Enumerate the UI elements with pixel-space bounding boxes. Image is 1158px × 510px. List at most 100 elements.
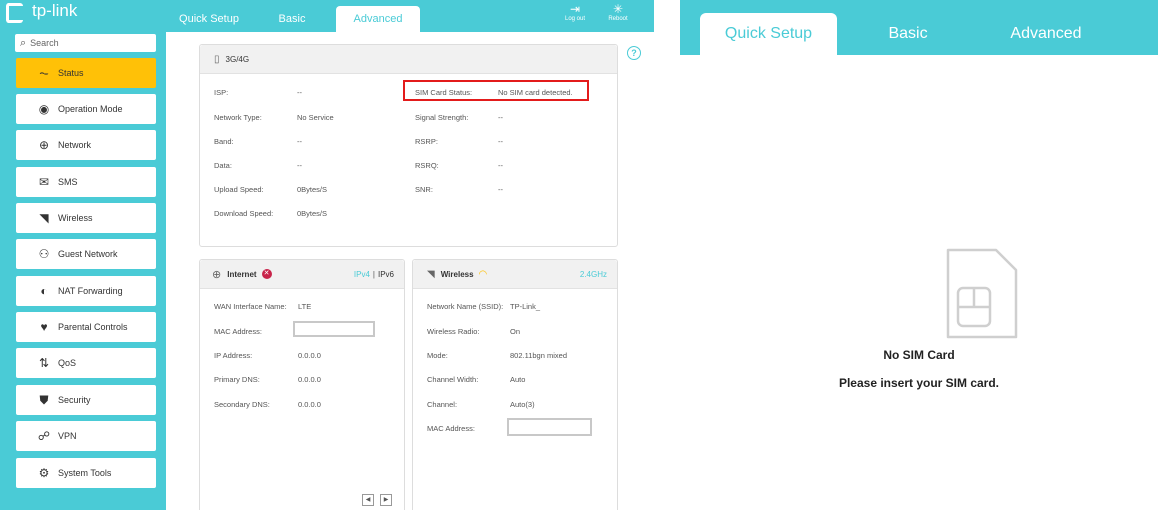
- primary-dns-value: 0.0.0.0: [298, 375, 321, 384]
- channel-label: Channel:: [427, 400, 458, 409]
- wifi-signal-icon: ◠: [478, 268, 488, 280]
- updown-arrows-icon: ⇅: [38, 356, 50, 370]
- card-3g4g-header: ▯ 3G/4G: [200, 45, 617, 74]
- rsrp-label: RSRP:: [415, 137, 438, 146]
- upload-speed-label: Upload Speed:: [214, 185, 264, 194]
- channel-width-label: Channel Width:: [427, 375, 479, 384]
- logout-label: Log out: [564, 16, 586, 22]
- insert-sim-message: Please insert your SIM card.: [838, 376, 1000, 390]
- channel-value: Auto(3): [510, 400, 535, 409]
- mac-address-redacted: [293, 321, 375, 337]
- sidebar-item-security[interactable]: ⛊ Security: [16, 385, 156, 415]
- sidebar-item-label: System Tools: [58, 468, 112, 478]
- shield-icon: ⛊: [39, 392, 49, 407]
- sidebar-item-qos[interactable]: ⇅ QoS: [16, 348, 156, 378]
- sidebar-item-system-tools[interactable]: ⚙ System Tools: [16, 458, 156, 488]
- secondary-dns-value: 0.0.0.0: [298, 400, 321, 409]
- card-wireless-title: Wireless: [440, 269, 474, 279]
- card-wireless: ◥ Wireless ◠ 2.4GHz: [412, 259, 618, 510]
- wireless-radio-value: On: [510, 327, 521, 336]
- ssid-label: Network Name (SSID):: [427, 302, 504, 311]
- sidebar-item-parental-controls[interactable]: ♥ Parental Controls: [16, 312, 156, 342]
- sidebar-item-label: Wireless: [58, 213, 93, 223]
- search-input[interactable]: ⌕ Search: [15, 34, 156, 52]
- tab-advanced[interactable]: Advanced: [336, 6, 420, 32]
- next-page-button[interactable]: ▶: [380, 494, 392, 506]
- primary-dns-label: Primary DNS:: [214, 375, 260, 384]
- mobile-tab-quick-setup[interactable]: Quick Setup: [700, 13, 837, 55]
- guests-icon: ⚇: [38, 247, 50, 261]
- logo-icon: [6, 1, 28, 23]
- snr-label: SNR:: [415, 185, 433, 194]
- sidebar-item-operation-mode[interactable]: ◉ Operation Mode: [16, 94, 156, 124]
- card-wireless-header: ◥ Wireless ◠ 2.4GHz: [413, 260, 617, 289]
- sidebar-item-label: NAT Forwarding: [58, 286, 123, 296]
- sim-status-highlight: [403, 80, 589, 101]
- tp-link-logo[interactable]: tp-link: [6, 0, 78, 23]
- band-label[interactable]: 2.4GHz: [580, 270, 607, 279]
- mac-address-label: MAC Address:: [214, 327, 262, 336]
- sidebar-item-guest-network[interactable]: ⚇ Guest Network: [16, 239, 156, 269]
- mobile-tab-basic[interactable]: Basic: [860, 13, 956, 55]
- tab-quick-setup[interactable]: Quick Setup: [170, 6, 248, 32]
- heart-icon: ♥: [40, 320, 48, 334]
- pulse-icon: ⏦: [39, 65, 49, 80]
- sidebar-item-status[interactable]: ⏦ Status: [16, 58, 156, 88]
- isp-value: --: [297, 88, 302, 97]
- channel-width-value: Auto: [510, 375, 526, 384]
- wan-interface-value: LTE: [298, 302, 312, 311]
- globe-icon: ⊕: [38, 138, 50, 152]
- mode-label: Mode:: [427, 351, 448, 360]
- ip-address-label: IP Address:: [214, 351, 253, 360]
- mobile-tab-bar: Quick Setup Basic Advanced: [680, 0, 1158, 55]
- snr-value: --: [498, 185, 503, 194]
- sidebar-item-wireless[interactable]: ◥ Wireless: [16, 203, 156, 233]
- tab-basic[interactable]: Basic: [262, 6, 322, 32]
- router-admin-panel: tp-link Quick Setup Basic Advanced ⇥ Log…: [0, 0, 654, 510]
- disconnected-icon: ✕: [261, 269, 272, 279]
- band-value: --: [297, 137, 302, 146]
- network-type-label: Network Type:: [214, 113, 262, 122]
- top-bar: tp-link Quick Setup Basic Advanced ⇥ Log…: [0, 0, 654, 32]
- ip-address-value: 0.0.0.0: [298, 351, 321, 360]
- ipv4-link[interactable]: IPv4: [354, 270, 370, 279]
- ssid-value: TP-Link_: [510, 302, 541, 311]
- reboot-button[interactable]: ✳ Reboot: [598, 2, 638, 30]
- sidebar-item-label: VPN: [58, 431, 77, 441]
- sidebar-item-label: SMS: [58, 177, 78, 187]
- logo-text: tp-link: [32, 1, 78, 20]
- nat-icon: ◐: [40, 284, 48, 298]
- card-internet: ⊕ Internet ✕ IPv4 | IPv6: [199, 259, 405, 510]
- sidebar-item-label: QoS: [58, 358, 77, 368]
- data-label: Data:: [214, 161, 232, 170]
- isp-label: ISP:: [214, 88, 229, 97]
- wifi-icon: ◥: [39, 211, 49, 225]
- sidebar-item-label: Network: [58, 140, 92, 150]
- data-value: --: [297, 161, 302, 170]
- sidebar-item-nat-forwarding[interactable]: ◐ NAT Forwarding: [16, 276, 156, 306]
- card-3g4g-title: 3G/4G: [225, 54, 250, 64]
- wireless-mac-redacted: [507, 418, 592, 436]
- sidebar: ⌕ Search ⏦ Status ◉ Operation Mode ⊕ Net…: [0, 32, 166, 510]
- ipv6-link[interactable]: IPv6: [378, 270, 394, 279]
- sidebar-item-network[interactable]: ⊕ Network: [16, 130, 156, 160]
- search-placeholder: Search: [30, 38, 59, 48]
- card-internet-header: ⊕ Internet ✕ IPv4 | IPv6: [200, 260, 404, 289]
- toggle-icon: ◉: [38, 102, 50, 116]
- sim-card-icon: [946, 248, 1018, 339]
- mobile-tab-advanced[interactable]: Advanced: [990, 13, 1102, 55]
- logout-button[interactable]: ⇥ Log out: [555, 2, 595, 30]
- prev-page-button[interactable]: ◀: [362, 494, 374, 506]
- wan-interface-label: WAN Interface Name:: [214, 302, 287, 311]
- sidebar-item-sms[interactable]: ✉ SMS: [16, 167, 156, 197]
- sidebar-item-label: Guest Network: [58, 249, 118, 259]
- reboot-label: Reboot: [608, 16, 628, 22]
- band-label: Band:: [214, 137, 234, 146]
- help-icon[interactable]: ?: [627, 46, 641, 60]
- vpn-icon: ☍: [37, 429, 51, 443]
- signal-strength-value: --: [498, 113, 503, 122]
- wireless-mac-label: MAC Address:: [427, 424, 475, 433]
- panel-gap: [654, 0, 680, 510]
- sidebar-item-label: Security: [58, 395, 91, 405]
- sidebar-item-vpn[interactable]: ☍ VPN: [16, 421, 156, 451]
